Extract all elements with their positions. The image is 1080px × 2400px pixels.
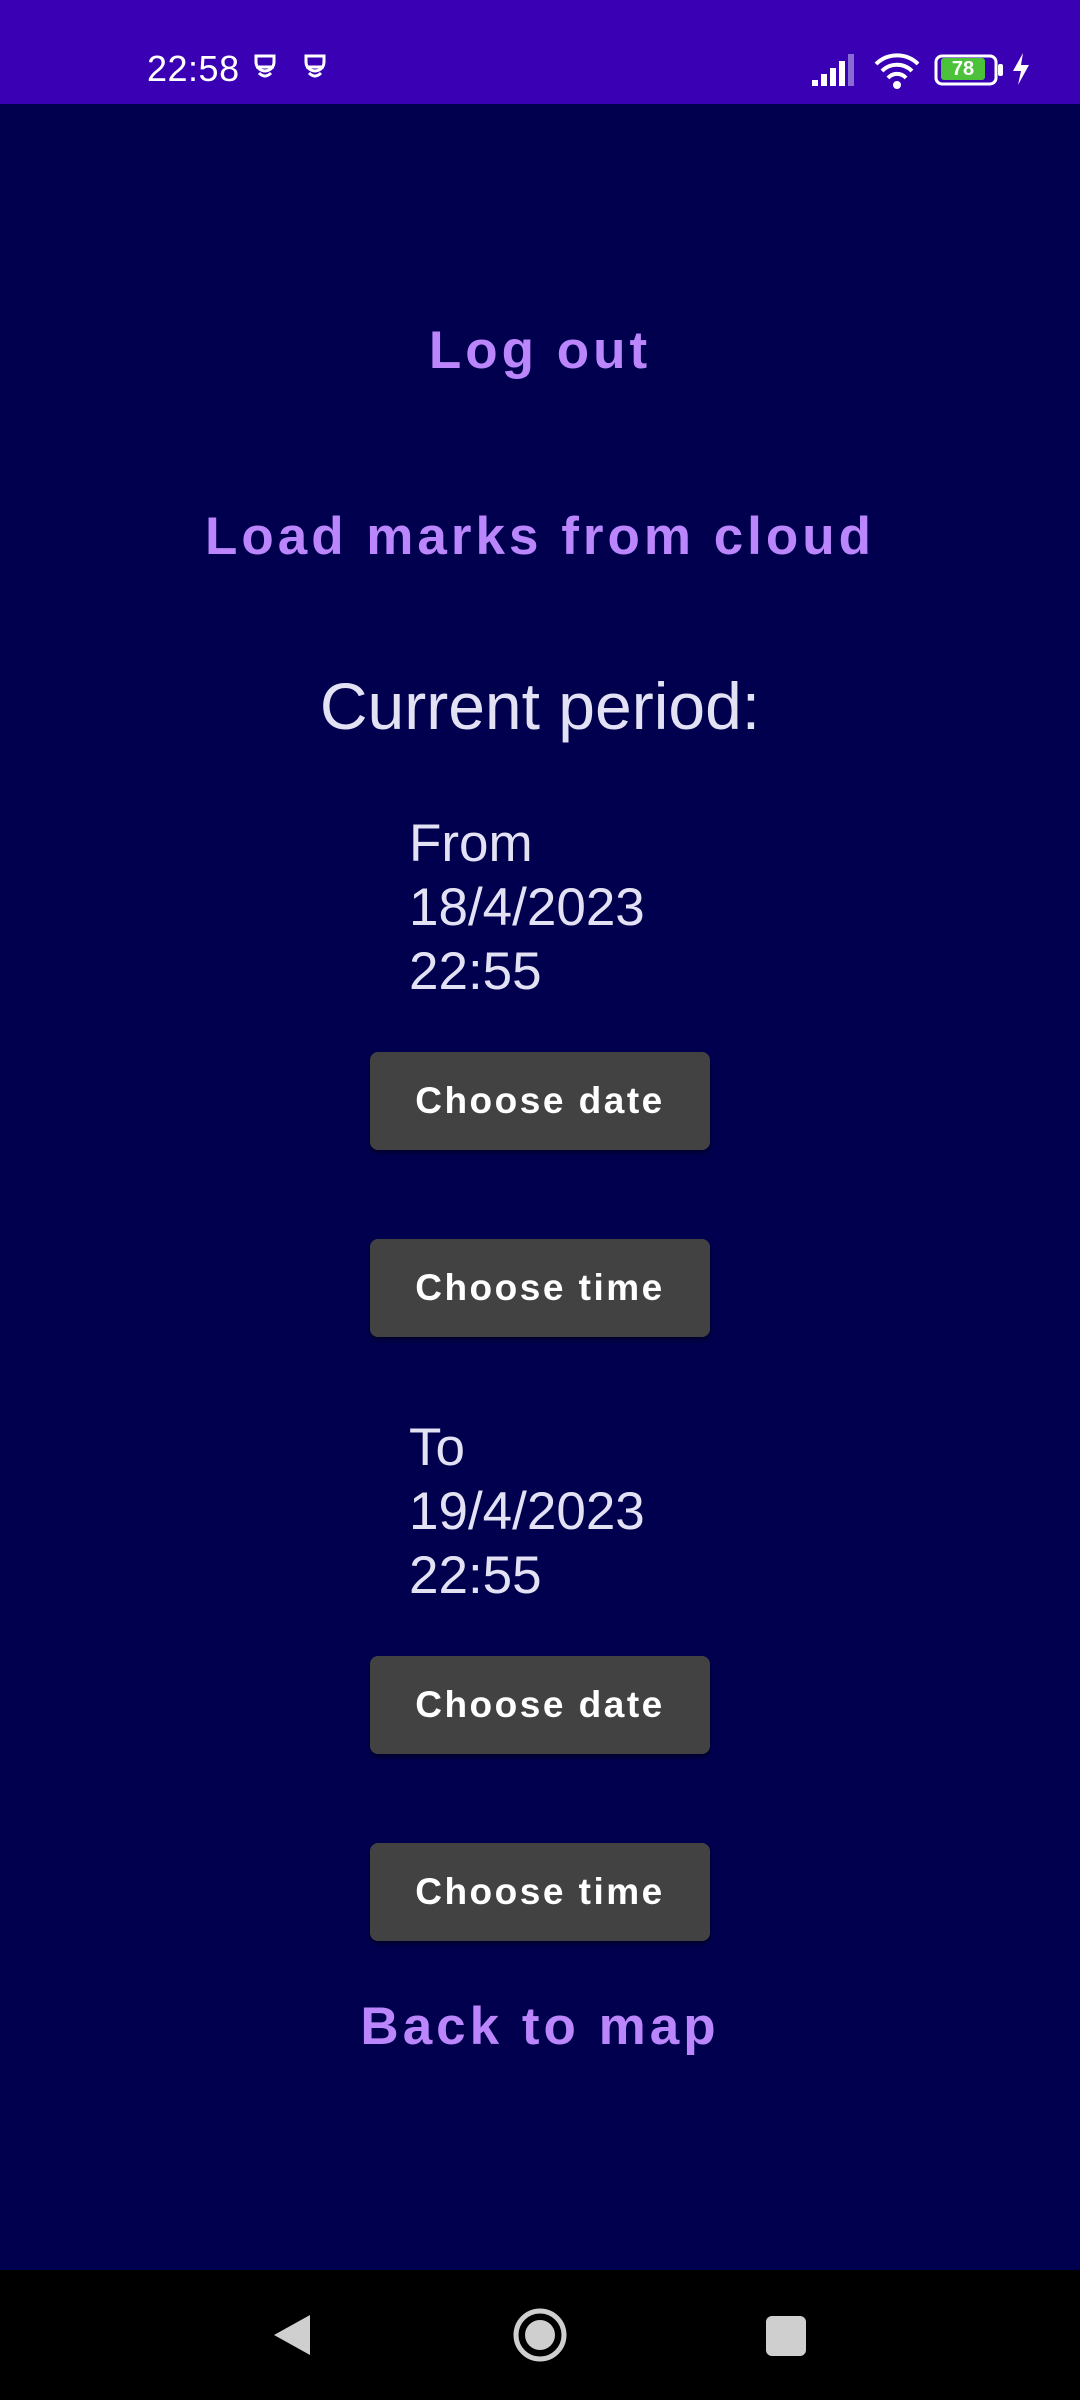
from-choose-time-button[interactable]: Choose time	[370, 1239, 710, 1337]
home-circle-icon	[513, 2308, 567, 2362]
status-time: 22:58	[147, 48, 240, 89]
recents-square-icon	[766, 2316, 806, 2356]
back-triangle-icon	[274, 2315, 310, 2355]
status-bar: 22:58 78	[0, 0, 1080, 104]
wifi-icon	[874, 53, 920, 89]
nav-back-button[interactable]	[213, 2270, 373, 2400]
back-to-map-button[interactable]: Back to map	[0, 1996, 1080, 2057]
load-marks-from-cloud-button[interactable]: Load marks from cloud	[0, 506, 1080, 567]
system-navigation-bar	[0, 2270, 1080, 2400]
notification-icon	[254, 54, 276, 78]
current-period-title: Current period:	[319, 669, 761, 743]
signal-icon	[812, 54, 854, 86]
to-choose-time-button[interactable]: Choose time	[370, 1843, 710, 1941]
period-to-label: To 19/4/2023 22:55	[409, 1418, 645, 1605]
from-choose-date-button[interactable]: Choose date	[370, 1052, 710, 1150]
notification-icon	[304, 54, 326, 78]
settings-screen: 22:58 78 Log out Load marks from cloud C…	[0, 0, 1080, 2400]
to-choose-date-button[interactable]: Choose date	[370, 1656, 710, 1754]
nav-home-button[interactable]	[460, 2270, 620, 2400]
period-from-label: From 18/4/2023 22:55	[409, 814, 645, 1001]
nav-recents-button[interactable]	[705, 2270, 865, 2400]
battery-level: 78	[941, 58, 985, 80]
logout-button[interactable]: Log out	[0, 320, 1080, 381]
charging-icon	[1013, 53, 1029, 85]
